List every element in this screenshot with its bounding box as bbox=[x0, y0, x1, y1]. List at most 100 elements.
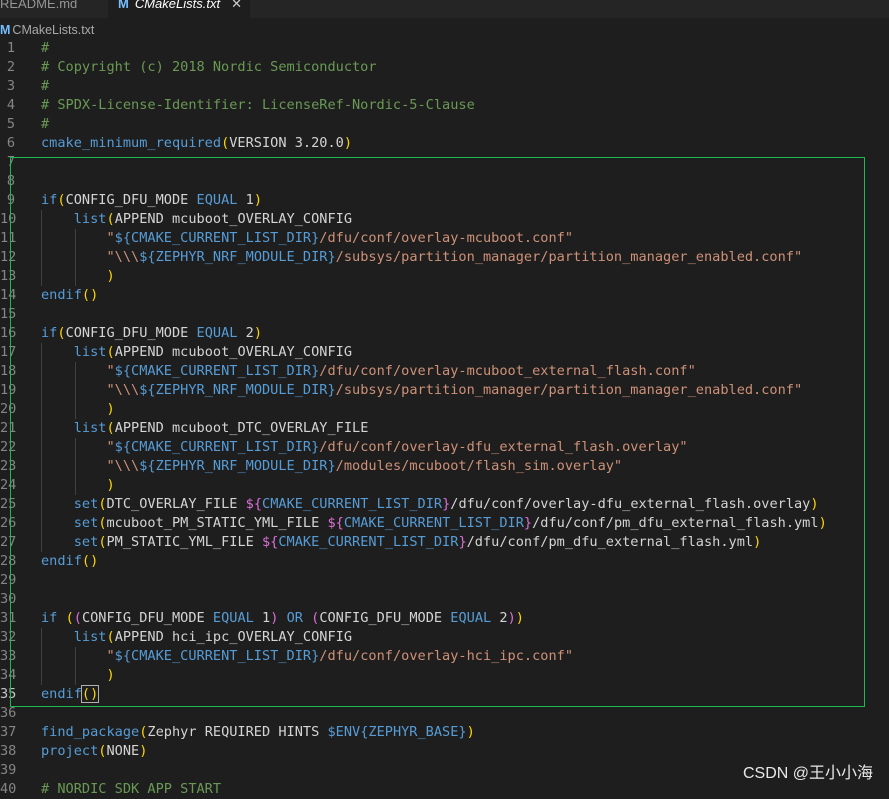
tab-cmakelists[interactable]: M CMakeLists.txt ✕ bbox=[108, 0, 250, 18]
code-line[interactable]: 28 endif() bbox=[0, 552, 889, 571]
code-line[interactable]: 37 find_package(Zephyr REQUIRED HINTS $EN… bbox=[0, 723, 889, 742]
code-token: mcuboot_PM_STATIC_YML_FILE bbox=[106, 515, 328, 531]
code-editor[interactable]: 1 #2 # Copyright (c) 2018 Nordic Semicondu… bbox=[0, 39, 889, 799]
line-number: 18 bbox=[0, 363, 17, 379]
code-token: find_package bbox=[41, 724, 140, 740]
code-token: } bbox=[523, 515, 533, 531]
code-text: "\\\${ZEPHYR_NRF_MODULE_DIR}/subsys/part… bbox=[41, 381, 802, 400]
line-number: 24 bbox=[0, 477, 17, 493]
code-token: ) bbox=[810, 496, 819, 512]
code-token: CMAKE_CURRENT_LIST_DIR bbox=[131, 439, 312, 455]
code-token: # NORDIC SDK APP START bbox=[41, 781, 222, 797]
code-token: ZEPHYR_NRF_MODULE_DIR bbox=[155, 382, 328, 398]
tab-readme[interactable]: README.md bbox=[0, 0, 108, 18]
code-token: ) bbox=[106, 268, 115, 284]
code-line[interactable]: 1 # bbox=[0, 39, 889, 58]
code-token: ${ bbox=[114, 648, 132, 664]
code-token: EQUAL bbox=[196, 192, 238, 208]
code-text: endif() bbox=[41, 552, 98, 571]
code-line[interactable]: 5 # bbox=[0, 115, 889, 134]
code-token: " bbox=[106, 230, 115, 246]
code-token: 1 bbox=[253, 610, 271, 626]
code-token: ( bbox=[98, 534, 107, 550]
code-line[interactable]: 36 bbox=[0, 704, 889, 723]
line-number: 8 bbox=[6, 173, 15, 189]
code-line[interactable]: 11 "${CMAKE_CURRENT_LIST_DIR}/dfu/conf/o… bbox=[0, 229, 889, 248]
cmake-file-icon: M bbox=[0, 23, 11, 37]
code-line[interactable]: 29 bbox=[0, 571, 889, 590]
code-line[interactable]: 33 "${CMAKE_CURRENT_LIST_DIR}/dfu/conf/o… bbox=[0, 647, 889, 666]
code-token: } bbox=[458, 534, 467, 550]
code-token: if bbox=[41, 610, 58, 626]
code-token: list bbox=[73, 211, 107, 227]
line-number: 22 bbox=[0, 439, 17, 455]
code-token: DTC_OVERLAY_FILE bbox=[106, 496, 246, 512]
code-line[interactable]: 32 list(APPEND hci_ipc_OVERLAY_CONFIG bbox=[0, 628, 889, 647]
code-token: ) bbox=[753, 534, 762, 550]
code-line[interactable]: 18 "${CMAKE_CURRENT_LIST_DIR}/dfu/conf/o… bbox=[0, 362, 889, 381]
code-line[interactable]: 27 set(PM_STATIC_YML_FILE ${CMAKE_CURREN… bbox=[0, 533, 889, 552]
code-text: # NORDIC SDK APP START bbox=[41, 780, 221, 799]
code-token: ) bbox=[106, 401, 115, 417]
code-token: $ENV{ bbox=[327, 724, 369, 740]
code-token: () bbox=[81, 287, 99, 303]
breadcrumb[interactable]: M CMakeLists.txt bbox=[0, 20, 94, 40]
code-token: Zephyr REQUIRED HINTS bbox=[147, 724, 328, 740]
code-line[interactable]: 19 "\\\${ZEPHYR_NRF_MODULE_DIR}/subsys/p… bbox=[0, 381, 889, 400]
line-number: 2 bbox=[6, 59, 15, 75]
code-line[interactable]: 25 set(DTC_OVERLAY_FILE ${CMAKE_CURRENT_… bbox=[0, 495, 889, 514]
code-token: } bbox=[327, 458, 336, 474]
code-token: ${ bbox=[327, 515, 344, 531]
code-line[interactable]: 24 ) bbox=[0, 476, 889, 495]
line-number: 37 bbox=[0, 724, 17, 740]
code-token: ${ bbox=[139, 249, 156, 265]
code-line[interactable]: 12 "\\\${ZEPHYR_NRF_MODULE_DIR}/subsys/p… bbox=[0, 248, 889, 267]
code-line[interactable]: 4 # SPDX-License-Identifier: LicenseRef-N… bbox=[0, 96, 889, 115]
code-line[interactable]: 34 ) bbox=[0, 666, 889, 685]
code-line[interactable]: 2 # Copyright (c) 2018 Nordic Semiconduct… bbox=[0, 58, 889, 77]
code-line[interactable]: 30 bbox=[0, 590, 889, 609]
code-line[interactable]: 21 list(APPEND mcuboot_DTC_OVERLAY_FILE bbox=[0, 419, 889, 438]
code-token: ) bbox=[515, 610, 524, 626]
code-line[interactable]: 22 "${CMAKE_CURRENT_LIST_DIR}/dfu/conf/o… bbox=[0, 438, 889, 457]
code-token: ${ bbox=[139, 382, 156, 398]
code-line[interactable]: 15 bbox=[0, 305, 889, 324]
code-line[interactable]: 23 "\\\${ZEPHYR_NRF_MODULE_DIR}/modules/… bbox=[0, 457, 889, 476]
code-line[interactable]: 8 bbox=[0, 172, 889, 191]
line-number: 7 bbox=[6, 154, 15, 170]
code-line[interactable]: 14 endif() bbox=[0, 286, 889, 305]
code-token: ) bbox=[106, 667, 115, 683]
code-token: EQUAL bbox=[450, 610, 492, 626]
code-token: APPEND hci_ipc_OVERLAY_CONFIG bbox=[114, 629, 353, 645]
code-token: ) bbox=[253, 325, 262, 341]
code-line[interactable]: 31 if ((CONFIG_DFU_MODE EQUAL 1) OR (CONF… bbox=[0, 609, 889, 628]
code-line[interactable]: 26 set(mcuboot_PM_STATIC_YML_FILE ${CMAK… bbox=[0, 514, 889, 533]
code-token: CONFIG_DFU_MODE bbox=[65, 325, 197, 341]
code-token: EQUAL bbox=[212, 610, 254, 626]
code-line[interactable]: 9 if(CONFIG_DFU_MODE EQUAL 1) bbox=[0, 191, 889, 210]
code-line[interactable]: 17 list(APPEND mcuboot_OVERLAY_CONFIG bbox=[0, 343, 889, 362]
code-token: ) bbox=[507, 610, 516, 626]
code-line[interactable]: 6 cmake_minimum_required(VERSION 3.20.0) bbox=[0, 134, 889, 153]
code-line[interactable]: 35 endif() bbox=[0, 685, 889, 704]
code-token: ${ bbox=[139, 458, 156, 474]
tab-label: README.md bbox=[0, 0, 78, 11]
code-line[interactable]: 7 bbox=[0, 153, 889, 172]
code-text: endif() bbox=[41, 685, 100, 704]
cmake-file-icon: M bbox=[118, 0, 129, 11]
line-number: 21 bbox=[0, 420, 17, 436]
line-number: 5 bbox=[6, 116, 15, 132]
code-token: ZEPHYR_BASE bbox=[368, 724, 459, 740]
code-line[interactable]: 13 ) bbox=[0, 267, 889, 286]
code-text: set(mcuboot_PM_STATIC_YML_FILE ${CMAKE_C… bbox=[41, 514, 827, 533]
code-line[interactable]: 10 list(APPEND mcuboot_OVERLAY_CONFIG bbox=[0, 210, 889, 229]
code-text: list(APPEND mcuboot_OVERLAY_CONFIG bbox=[41, 210, 352, 229]
close-icon[interactable]: ✕ bbox=[231, 0, 242, 10]
code-line[interactable]: 16 if(CONFIG_DFU_MODE EQUAL 2) bbox=[0, 324, 889, 343]
line-number: 17 bbox=[0, 344, 17, 360]
code-token: ( bbox=[98, 515, 107, 531]
code-line[interactable]: 20 ) bbox=[0, 400, 889, 419]
code-token: " bbox=[106, 439, 115, 455]
code-line[interactable]: 3 # bbox=[0, 77, 889, 96]
